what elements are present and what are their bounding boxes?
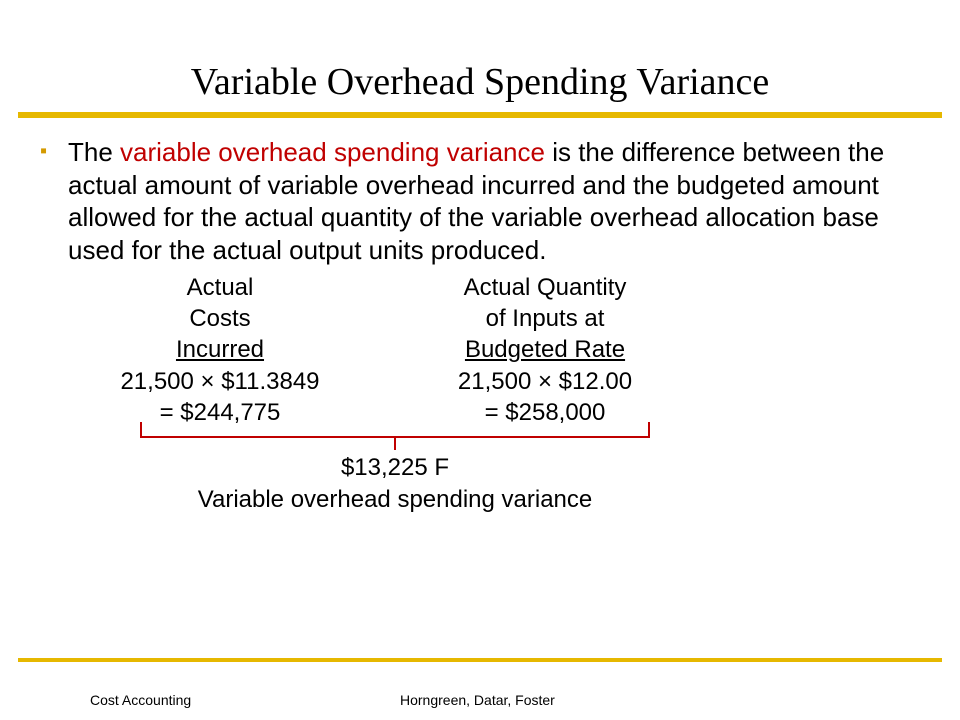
bullet-prefix: The: [68, 137, 120, 167]
col-left-h1: Actual: [50, 272, 390, 303]
calc-columns: Actual Costs Incurred 21,500 × $11.3849 …: [50, 272, 920, 428]
bottom-rule: [18, 658, 942, 662]
body: ▪ The variable overhead spending varianc…: [0, 118, 960, 517]
col-left-result: = $244,775: [50, 397, 390, 428]
bullet-icon: ▪: [40, 136, 68, 166]
variance-label: Variable overhead spending variance: [140, 484, 650, 516]
col-budgeted-rate: Actual Quantity of Inputs at Budgeted Ra…: [390, 272, 700, 428]
col-left-calc: 21,500 × $11.3849: [50, 366, 390, 397]
slide: Variable Overhead Spending Variance ▪ Th…: [0, 0, 960, 720]
bracket-icon: [140, 436, 650, 450]
footer-left: Cost Accounting: [90, 692, 191, 708]
col-left-h3: Incurred: [50, 334, 390, 365]
col-right-h2: of Inputs at: [390, 303, 700, 334]
col-right-h1: Actual Quantity: [390, 272, 700, 303]
col-left-h2: Costs: [50, 303, 390, 334]
bullet-emphasis: variable overhead spending variance: [120, 137, 545, 167]
col-right-result: = $258,000: [390, 397, 700, 428]
footer-right: Horngreen, Datar, Foster: [400, 692, 555, 708]
col-right-calc: 21,500 × $12.00: [390, 366, 700, 397]
col-right-h3: Budgeted Rate: [390, 334, 700, 365]
col-actual-costs: Actual Costs Incurred 21,500 × $11.3849 …: [50, 272, 390, 428]
variance-amount: $13,225 F: [140, 452, 650, 484]
variance-text: $13,225 F Variable overhead spending var…: [140, 452, 650, 517]
slide-title: Variable Overhead Spending Variance: [0, 0, 960, 112]
variance-block: $13,225 F Variable overhead spending var…: [140, 436, 650, 517]
bullet-text: The variable overhead spending variance …: [68, 136, 920, 266]
bullet-item: ▪ The variable overhead spending varianc…: [40, 136, 920, 266]
